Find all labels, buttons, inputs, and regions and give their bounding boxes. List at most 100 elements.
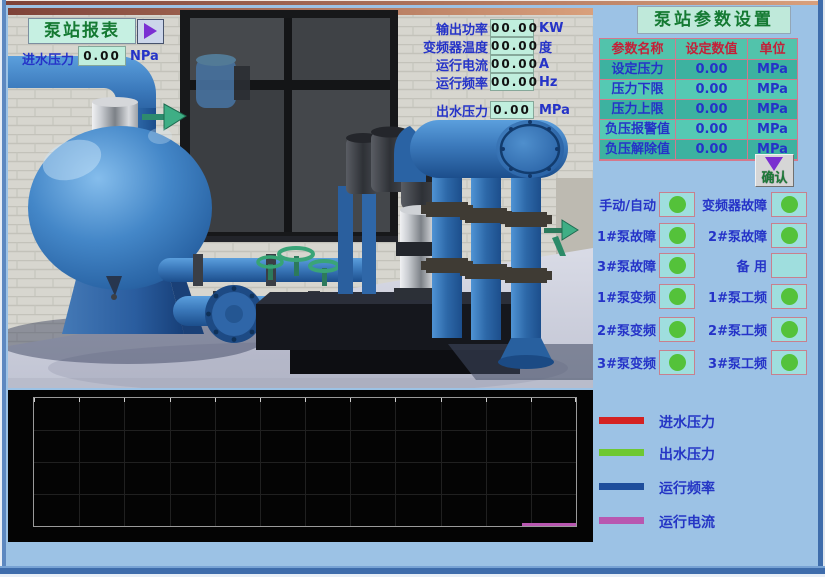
status-led-box-spare <box>771 253 807 278</box>
param-unit: MPa <box>748 120 797 140</box>
status-row: 1#泵变频 1#泵工频 <box>594 284 824 308</box>
table-row: 设定压力 0.00 MPa <box>600 60 797 80</box>
legend-label: 运行电流 <box>659 512 715 532</box>
axis-tick <box>124 398 125 402</box>
green-led-icon <box>781 354 798 371</box>
settings-panel-title: 泵站参数设置 <box>637 6 791 34</box>
running-current-unit: A <box>539 57 549 72</box>
vfd-temperature-value: 00.00 <box>490 37 534 55</box>
param-name: 负压报警值 <box>600 120 676 140</box>
outlet-pressure-unit: MPa <box>539 103 570 118</box>
outlet-pressure-value: 0.00 <box>490 101 534 119</box>
running-current-value: 00.00 <box>490 55 534 73</box>
param-setvalue-field[interactable]: 0.00 <box>676 120 748 140</box>
status-led-box-pump1-fault <box>659 223 695 248</box>
axis-tick <box>79 398 80 402</box>
confirm-button[interactable]: 确认 <box>755 154 794 187</box>
axis-tick <box>305 398 306 402</box>
output-power-unit: KW <box>539 21 563 36</box>
legend-color-bar-current <box>599 517 644 524</box>
status-led-box-vfd-fault <box>771 192 807 217</box>
status-label: 1#泵变频 <box>594 287 656 306</box>
running-frequency-label: 运行频率 <box>406 73 488 92</box>
param-unit: MPa <box>748 100 797 120</box>
column-header-unit: 单位 <box>748 39 797 60</box>
green-led-icon <box>781 196 798 213</box>
param-name: 压力下限 <box>600 80 676 100</box>
green-led-icon <box>781 227 798 244</box>
param-setvalue-field[interactable]: 0.00 <box>676 60 748 80</box>
telemetry-row: 运行频率 00.00 Hz <box>406 73 586 91</box>
param-unit: MPa <box>748 60 797 80</box>
status-led-box-pump3-mains <box>771 350 807 375</box>
status-led-box-manual-auto[interactable] <box>659 192 695 217</box>
status-label: 2#泵工频 <box>695 320 767 339</box>
axis-tick <box>531 398 532 402</box>
status-row: 1#泵故障 2#泵故障 <box>594 223 824 247</box>
param-name: 压力上限 <box>600 100 676 120</box>
inlet-pressure-value: 0.00 <box>78 46 126 66</box>
green-led-icon <box>669 196 686 213</box>
table-row: 压力下限 0.00 MPa <box>600 80 797 100</box>
play-icon <box>144 23 157 39</box>
settings-table: 参数名称 设定数值 单位 设定压力 0.00 MPa 压力下限 0.00 MPa… <box>599 38 798 161</box>
inlet-pressure-unit: NPa <box>130 49 159 64</box>
status-row: 2#泵变频 2#泵工频 <box>594 317 824 341</box>
gridline-horizontal <box>34 462 576 463</box>
vfd-temperature-label: 变频器温度 <box>406 37 488 56</box>
param-unit: MPa <box>748 80 797 100</box>
status-led-box-pump3-vfd <box>659 350 695 375</box>
status-label: 3#泵工频 <box>695 353 767 372</box>
axis-tick <box>34 398 35 402</box>
status-label: 1#泵工频 <box>695 287 767 306</box>
axis-tick <box>395 398 396 402</box>
settings-table-header: 参数名称 设定数值 单位 <box>600 39 797 60</box>
pipe-flange-disc <box>205 285 263 343</box>
column-header-name: 参数名称 <box>600 39 676 60</box>
telemetry-row: 输出功率 00.00 KW <box>406 19 586 37</box>
legend-color-bar-inlet <box>599 417 644 424</box>
trace-运行电流 <box>522 523 576 526</box>
status-led-box-pump2-mains <box>771 317 807 342</box>
green-led-icon <box>669 321 686 338</box>
confirm-button-label: 确认 <box>756 167 793 186</box>
inlet-pressure-label: 进水压力 <box>22 49 74 68</box>
param-setvalue-field[interactable]: 0.00 <box>676 140 748 160</box>
output-power-value: 00.00 <box>490 19 534 37</box>
chart-plot <box>33 397 577 527</box>
axis-tick <box>215 398 216 402</box>
pump-station-3d-view: 泵站报表 进水压力 0.00 NPa 输出功率 00.00 KW 变频器温度 0… <box>8 8 593 388</box>
green-led-icon <box>781 321 798 338</box>
telemetry-row: 出水压力 0.00 MPa <box>406 101 586 119</box>
status-led-box-pump1-mains <box>771 284 807 309</box>
param-name: 负压解除值 <box>600 140 676 160</box>
axis-tick <box>260 398 261 402</box>
report-button[interactable]: 泵站报表 <box>28 18 136 44</box>
axis-tick <box>350 398 351 402</box>
legend-label: 出水压力 <box>659 444 715 464</box>
status-led-box-pump2-fault <box>771 223 807 248</box>
status-row: 3#泵故障 备 用 <box>594 253 824 277</box>
axis-tick <box>441 398 442 402</box>
report-play-button[interactable] <box>137 19 164 44</box>
outlet-pressure-label: 出水压力 <box>406 101 488 120</box>
window-frame-right <box>818 0 825 577</box>
axis-tick <box>170 398 171 402</box>
param-setvalue-field[interactable]: 0.00 <box>676 80 748 100</box>
table-row: 负压报警值 0.00 MPa <box>600 120 797 140</box>
status-led-box-pump2-vfd <box>659 317 695 342</box>
telemetry-readouts: 输出功率 00.00 KW 变频器温度 00.00 度 运行电流 00.00 A… <box>406 19 586 119</box>
pump-station-hmi: 泵站报表 进水压力 0.00 NPa 输出功率 00.00 KW 变频器温度 0… <box>0 0 825 577</box>
param-setvalue-field[interactable]: 0.00 <box>676 100 748 120</box>
window-frame-left <box>0 0 6 577</box>
running-frequency-value: 00.00 <box>490 73 534 91</box>
legend-color-bar-frequency <box>599 483 644 490</box>
axis-tick <box>486 398 487 402</box>
table-row: 压力上限 0.00 MPa <box>600 100 797 120</box>
telemetry-row: 运行电流 00.00 A <box>406 55 586 73</box>
status-label: 2#泵故障 <box>695 226 767 245</box>
status-label: 备 用 <box>695 256 767 275</box>
green-led-icon <box>669 354 686 371</box>
status-label: 1#泵故障 <box>594 226 656 245</box>
status-label: 3#泵变频 <box>594 353 656 372</box>
